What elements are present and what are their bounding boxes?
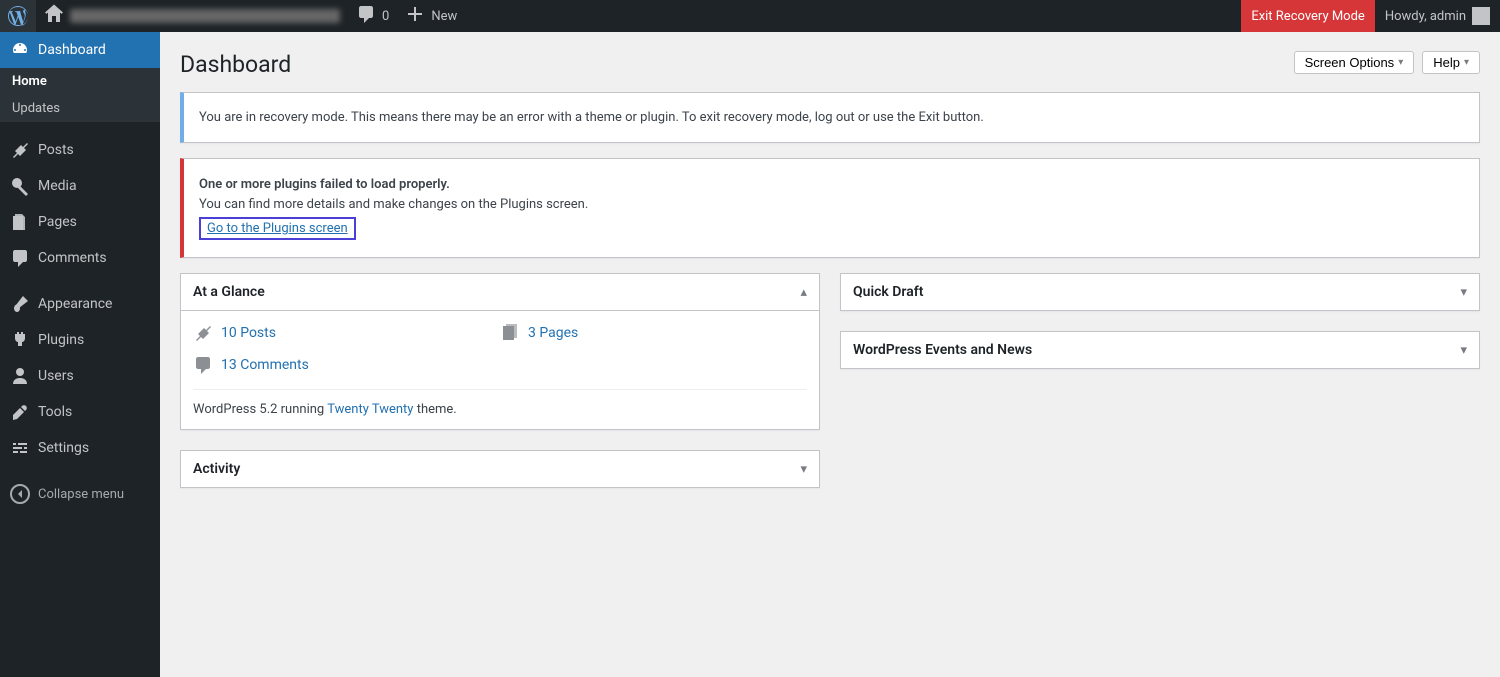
wp-version: WordPress 5.2 running Twenty Twenty them… — [193, 389, 807, 417]
plugin-error-notice: One or more plugins failed to load prope… — [180, 158, 1480, 258]
chevron-down-icon[interactable]: ▾ — [1460, 285, 1467, 300]
sliders-icon — [10, 438, 30, 458]
events-box: WordPress Events and News ▾ — [840, 331, 1480, 369]
comments-link[interactable]: 0 — [348, 0, 397, 32]
submenu-dashboard: Home Updates — [0, 68, 160, 122]
comment-icon — [193, 355, 213, 375]
theme-link[interactable]: Twenty Twenty — [327, 402, 413, 417]
at-a-glance-header[interactable]: At a Glance ▴ — [181, 274, 819, 311]
menu-settings[interactable]: Settings — [0, 430, 160, 466]
main-content: Dashboard Screen Options Help You are in… — [160, 32, 1500, 508]
menu-media[interactable]: Media — [0, 168, 160, 204]
glance-comments: 13 Comments — [193, 355, 500, 375]
glance-pages: 3 Pages — [500, 323, 807, 343]
comments-count: 0 — [382, 9, 389, 24]
menu-users[interactable]: Users — [0, 358, 160, 394]
new-content[interactable]: New — [397, 0, 465, 32]
pages-icon — [500, 323, 520, 343]
pin-icon — [10, 140, 30, 160]
submenu-updates[interactable]: Updates — [0, 95, 160, 122]
go-to-plugins-link[interactable]: Go to the Plugins screen — [199, 217, 356, 240]
menu-appearance[interactable]: Appearance — [0, 286, 160, 322]
chevron-down-icon[interactable]: ▾ — [1460, 343, 1467, 358]
dashboard-icon — [10, 40, 30, 60]
error-detail: You can find more details and make chang… — [199, 197, 1464, 212]
exit-recovery-button[interactable]: Exit Recovery Mode — [1241, 0, 1375, 32]
admin-menu: Dashboard Home Updates Posts Media Pages… — [0, 32, 160, 677]
glance-posts: 10 Posts — [193, 323, 500, 343]
chevron-down-icon[interactable]: ▾ — [800, 462, 807, 477]
help-button[interactable]: Help — [1422, 51, 1480, 74]
wrench-icon — [10, 402, 30, 422]
admin-toolbar: 0 New Exit Recovery Mode Howdy, admin — [0, 0, 1500, 32]
pages-icon — [10, 212, 30, 232]
menu-plugins[interactable]: Plugins — [0, 322, 160, 358]
comment-icon — [10, 248, 30, 268]
wordpress-icon — [8, 6, 28, 26]
pin-icon — [193, 323, 213, 343]
submenu-home[interactable]: Home — [0, 68, 160, 95]
menu-tools[interactable]: Tools — [0, 394, 160, 430]
collapse-icon — [10, 484, 30, 504]
collapse-menu[interactable]: Collapse menu — [0, 476, 160, 512]
plug-icon — [10, 330, 30, 350]
events-header[interactable]: WordPress Events and News ▾ — [841, 332, 1479, 368]
menu-posts[interactable]: Posts — [0, 132, 160, 168]
activity-box: Activity ▾ — [180, 450, 820, 488]
site-name[interactable] — [36, 0, 348, 32]
site-name-text — [70, 9, 340, 23]
brush-icon — [10, 294, 30, 314]
menu-comments[interactable]: Comments — [0, 240, 160, 276]
avatar — [1472, 7, 1490, 25]
recovery-notice: You are in recovery mode. This means the… — [180, 92, 1480, 143]
plus-icon — [405, 4, 425, 28]
menu-pages[interactable]: Pages — [0, 204, 160, 240]
user-icon — [10, 366, 30, 386]
my-account[interactable]: Howdy, admin — [1375, 0, 1500, 32]
at-a-glance-box: At a Glance ▴ 10 Posts 3 Pages — [180, 273, 820, 430]
howdy-text: Howdy, admin — [1385, 9, 1466, 24]
activity-header[interactable]: Activity ▾ — [181, 451, 819, 487]
home-icon — [44, 4, 64, 28]
wp-logo[interactable] — [0, 0, 36, 32]
quick-draft-box: Quick Draft ▾ — [840, 273, 1480, 311]
recovery-notice-text: You are in recovery mode. This means the… — [199, 110, 1464, 125]
page-title: Dashboard — [180, 42, 1294, 82]
comment-icon — [356, 4, 376, 28]
error-title: One or more plugins failed to load prope… — [199, 177, 450, 192]
menu-dashboard[interactable]: Dashboard — [0, 32, 160, 68]
chevron-up-icon[interactable]: ▴ — [800, 285, 807, 300]
media-icon — [10, 176, 30, 196]
screen-options-button[interactable]: Screen Options — [1294, 51, 1415, 74]
new-label: New — [431, 9, 457, 24]
quick-draft-header[interactable]: Quick Draft ▾ — [841, 274, 1479, 310]
